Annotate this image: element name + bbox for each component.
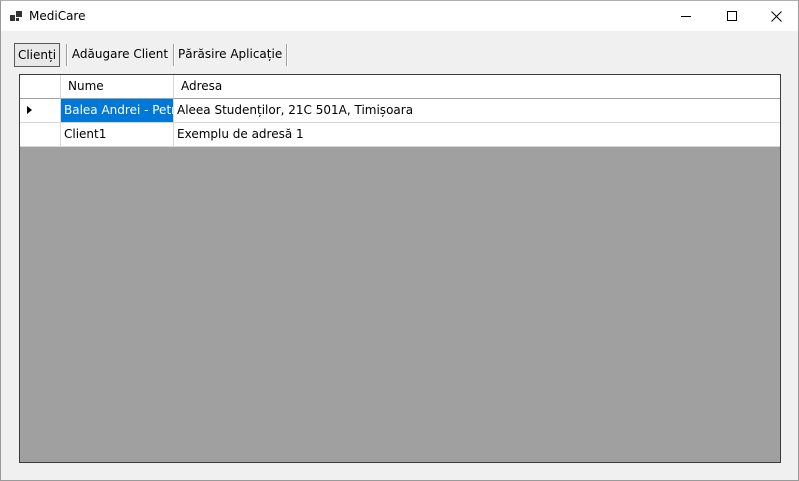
row-header[interactable]: [20, 123, 61, 147]
menu-clienti[interactable]: Clienți: [14, 43, 60, 67]
minimize-button[interactable]: [663, 1, 709, 31]
close-button[interactable]: [753, 1, 799, 31]
maximize-icon: [727, 11, 737, 21]
maximize-button[interactable]: [709, 1, 755, 31]
menu-separator: [173, 44, 174, 66]
window-title: MediCare: [29, 9, 86, 23]
table-row[interactable]: Client1 Exemplu de adresă 1: [20, 123, 780, 147]
menu-adaugare-client[interactable]: Adăugare Client: [71, 43, 169, 67]
main-window: MediCare Clienți Adăugare Client Părăsir…: [0, 0, 799, 481]
close-icon: [770, 10, 782, 22]
menu-separator: [66, 44, 67, 66]
table-row[interactable]: Balea Andrei - Petru Aleea Studenților, …: [20, 99, 780, 123]
grid-header-row: Nume Adresa: [20, 75, 780, 99]
current-row-arrow-icon: [27, 106, 32, 114]
column-header-nume[interactable]: Nume: [61, 75, 174, 99]
menu-bar: Clienți Adăugare Client Părăsire Aplicaț…: [1, 32, 798, 67]
minimize-icon: [681, 16, 691, 17]
title-bar[interactable]: MediCare: [1, 1, 798, 31]
menu-parasire-aplicatie[interactable]: Părăsire Aplicație: [178, 43, 282, 67]
menu-separator: [286, 44, 287, 66]
row-header[interactable]: [20, 99, 61, 123]
column-header-adresa[interactable]: Adresa: [174, 75, 780, 99]
clients-grid[interactable]: Nume Adresa Balea Andrei - Petru Aleea S…: [19, 74, 781, 463]
cell-nume[interactable]: Client1: [61, 123, 174, 147]
cell-adresa[interactable]: Exemplu de adresă 1: [174, 123, 780, 147]
app-window-icon: [10, 11, 22, 21]
cell-adresa[interactable]: Aleea Studenților, 21C 501A, Timișoara: [174, 99, 780, 123]
grid-corner-header[interactable]: [20, 75, 61, 99]
cell-nume[interactable]: Balea Andrei - Petru: [61, 99, 174, 123]
